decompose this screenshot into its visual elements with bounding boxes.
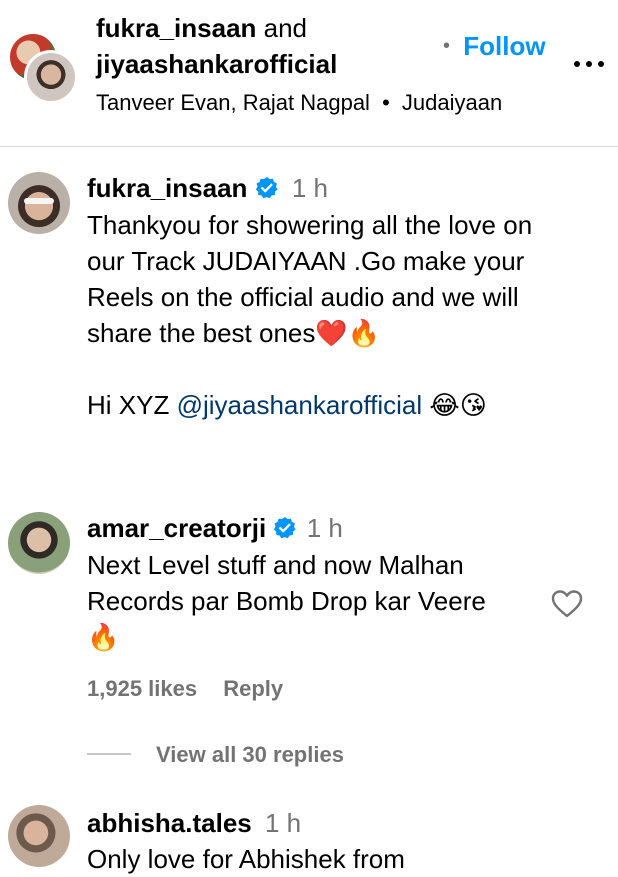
caption-line-3: Reels on the official audio and we will [87,282,519,312]
comment-2-avatar[interactable] [8,805,70,867]
comment-1-reply-button[interactable]: Reply [223,676,283,701]
header-username-1[interactable]: fukra_insaan [96,13,256,43]
header-divider [0,146,618,147]
caption-line-4: share the best ones [87,318,316,348]
caption-username[interactable]: fukra_insaan [87,173,247,203]
comment-2-username[interactable]: abhisha.tales [87,808,252,838]
replies-line-divider [87,753,131,755]
caption-mention-emoji: 😂😘 [422,390,487,420]
audio-separator: • [382,90,390,115]
comment-1-username[interactable]: amar_creatorji [87,513,266,543]
sunglasses-graphic [24,198,54,204]
heart-fire-emoji: ❤️🔥 [315,318,381,348]
follow-button[interactable]: Follow [463,31,545,61]
verified-badge-icon [273,513,297,539]
view-replies-button[interactable]: View all 30 replies [156,740,344,770]
header-and-text: and [263,13,308,43]
more-options-icon[interactable] [572,54,606,74]
caption-avatar[interactable] [8,172,70,234]
header: fukra_insaan and jiyaashankarofficial • … [0,0,618,146]
verified-badge-icon [255,173,279,199]
caption-time: 1 h [291,173,329,203]
audio-track[interactable]: Judaiyaan [402,90,502,115]
comment-1-avatar[interactable] [8,512,70,574]
comment-1-time: 1 h [306,513,343,543]
caption-line-1: Thankyou for showering all the love on [87,210,533,240]
header-username-2[interactable]: jiyaashankarofficial [96,46,337,82]
caption-mention[interactable]: @jiyaashankarofficial [177,390,423,420]
avatar-jiyaashankarofficial[interactable] [24,50,78,104]
comment-2-time: 1 h [264,808,302,838]
comment-1-likes[interactable]: 1,925 likes [87,676,197,701]
caption-hi-text: Hi XYZ [87,390,177,420]
audio-artists[interactable]: Tanveer Evan, Rajat Nagpal [96,90,370,115]
caption-line-2: our Track JUDAIYAAN .Go make your [87,246,525,276]
comment-1-line-2: Records par Bomb Drop kar Veere [87,586,486,616]
comment-1-line-3: 🔥 [87,622,120,652]
comment-1-line-1: Next Level stuff and now Malhan [87,550,464,580]
comment-2-line-1: Only love for Abhishek from [87,844,405,874]
header-dot: • [443,35,451,57]
comment-1-like-heart-icon[interactable] [551,589,583,619]
